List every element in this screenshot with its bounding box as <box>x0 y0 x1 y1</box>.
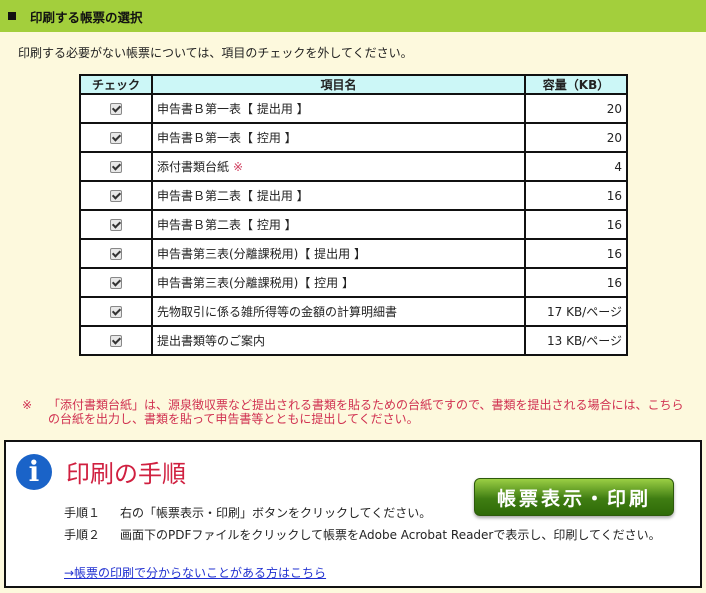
row-size: 20 <box>524 93 628 124</box>
row-item-name: 先物取引に係る雑所得等の金額の計算明細書 <box>157 305 398 319</box>
row-item-cell: 申告書Ｂ第二表【 提出用 】 <box>151 180 526 211</box>
row-size: 16 <box>524 238 628 269</box>
row-item-cell: 提出書類等のご案内 <box>151 325 526 356</box>
row-item-name: 申告書Ｂ第二表【 提出用 】 <box>157 189 309 203</box>
column-header-check: チェック <box>79 74 153 95</box>
table-row: 申告書第三表(分離課税用)【 控用 】 16 <box>79 267 628 298</box>
table-row: 先物取引に係る雑所得等の金額の計算明細書 17 KB/ページ <box>79 296 628 327</box>
row-size: 17 KB/ページ <box>524 296 628 327</box>
row-item-cell: 申告書Ｂ第一表【 控用 】 <box>151 122 526 153</box>
row-checkbox[interactable] <box>110 161 122 173</box>
print-display-button[interactable]: 帳票表示・印刷 <box>474 478 674 516</box>
step-2: 手順２ 画面下のPDFファイルをクリックして帳票をAdobe Acrobat Re… <box>64 528 674 542</box>
section-header: 印刷する帳票の選択 <box>0 0 706 32</box>
table-row: 申告書Ｂ第二表【 控用 】 16 <box>79 209 628 240</box>
row-checkbox[interactable] <box>110 335 122 347</box>
row-size: 4 <box>524 151 628 182</box>
row-checkbox[interactable] <box>110 103 122 115</box>
step-number: 手順２ <box>64 528 101 542</box>
step-number: 手順１ <box>64 506 101 520</box>
row-check-cell <box>79 209 153 240</box>
instruction-text: 印刷する必要がない帳票については、項目のチェックを外してください。 <box>18 46 413 60</box>
table-row: 申告書Ｂ第一表【 控用 】 20 <box>79 122 628 153</box>
procedure-title: 印刷の手順 <box>66 460 186 488</box>
row-size: 16 <box>524 180 628 211</box>
row-item-cell: 申告書第三表(分離課税用)【 提出用 】 <box>151 238 526 269</box>
row-item-cell: 添付書類台紙 ※ <box>151 151 526 182</box>
row-checkbox[interactable] <box>110 190 122 202</box>
help-link[interactable]: →帳票の印刷で分からないことがある方はこちら <box>64 564 326 581</box>
row-checkbox[interactable] <box>110 132 122 144</box>
row-item-cell: 先物取引に係る雑所得等の金額の計算明細書 <box>151 296 526 327</box>
row-checkbox[interactable] <box>110 219 122 231</box>
step-text: 右の「帳票表示・印刷」ボタンをクリックしてください。 <box>120 506 432 520</box>
row-check-cell <box>79 122 153 153</box>
row-size: 13 KB/ページ <box>524 325 628 356</box>
section-title: 印刷する帳票の選択 <box>30 9 143 25</box>
footnote-mark: ※ <box>22 398 33 412</box>
table-header-row: チェック 項目名 容量（KB） <box>79 74 628 95</box>
table-row: 申告書Ｂ第一表【 提出用 】 20 <box>79 93 628 124</box>
row-item-cell: 申告書Ｂ第一表【 提出用 】 <box>151 93 526 124</box>
row-size: 16 <box>524 267 628 298</box>
footnote-text: 「添付書類台紙」は、源泉徴収票など提出される書類を貼るための台紙ですので、書類を… <box>48 398 684 426</box>
row-item-cell: 申告書Ｂ第二表【 控用 】 <box>151 209 526 240</box>
row-check-cell <box>79 151 153 182</box>
row-size: 16 <box>524 209 628 240</box>
table-row: 申告書第三表(分離課税用)【 提出用 】 16 <box>79 238 628 269</box>
row-check-cell <box>79 325 153 356</box>
row-checkbox[interactable] <box>110 306 122 318</box>
row-item-name: 申告書Ｂ第一表【 控用 】 <box>157 131 297 145</box>
column-header-size: 容量（KB） <box>524 74 628 95</box>
square-bullet-icon <box>8 12 16 20</box>
row-check-cell <box>79 296 153 327</box>
row-checkbox[interactable] <box>110 248 122 260</box>
row-check-cell <box>79 238 153 269</box>
step-text: 画面下のPDFファイルをクリックして帳票をAdobe Acrobat Reade… <box>120 528 661 542</box>
form-selection-table: チェック 項目名 容量（KB） 申告書Ｂ第一表【 提出用 】 20 申告書Ｂ第一表【… <box>79 74 628 356</box>
row-item-name: 提出書類等のご案内 <box>157 334 266 348</box>
row-check-cell <box>79 180 153 211</box>
row-note-mark: ※ <box>233 160 244 174</box>
print-procedure-box: i 印刷の手順 帳票表示・印刷 手順１ 右の「帳票表示・印刷」ボタンをクリックして… <box>4 440 702 588</box>
table-row: 提出書類等のご案内 13 KB/ページ <box>79 325 628 356</box>
row-item-name: 申告書第三表(分離課税用)【 控用 】 <box>157 276 354 290</box>
table-row: 添付書類台紙 ※ 4 <box>79 151 628 182</box>
column-header-item: 項目名 <box>151 74 526 95</box>
row-check-cell <box>79 267 153 298</box>
row-size: 20 <box>524 122 628 153</box>
footnote: ※ 「添付書類台紙」は、源泉徴収票など提出される書類を貼るための台紙ですので、書… <box>22 398 692 426</box>
row-item-name: 申告書Ｂ第二表【 控用 】 <box>157 218 297 232</box>
table-row: 申告書Ｂ第二表【 提出用 】 16 <box>79 180 628 211</box>
row-item-name: 申告書Ｂ第一表【 提出用 】 <box>157 102 309 116</box>
info-icon: i <box>16 454 52 490</box>
row-checkbox[interactable] <box>110 277 122 289</box>
row-check-cell <box>79 93 153 124</box>
row-item-name: 申告書第三表(分離課税用)【 提出用 】 <box>157 247 366 261</box>
row-item-name: 添付書類台紙 <box>157 160 230 174</box>
row-item-cell: 申告書第三表(分離課税用)【 控用 】 <box>151 267 526 298</box>
step-1: 手順１ 右の「帳票表示・印刷」ボタンをクリックしてください。 <box>64 506 431 520</box>
